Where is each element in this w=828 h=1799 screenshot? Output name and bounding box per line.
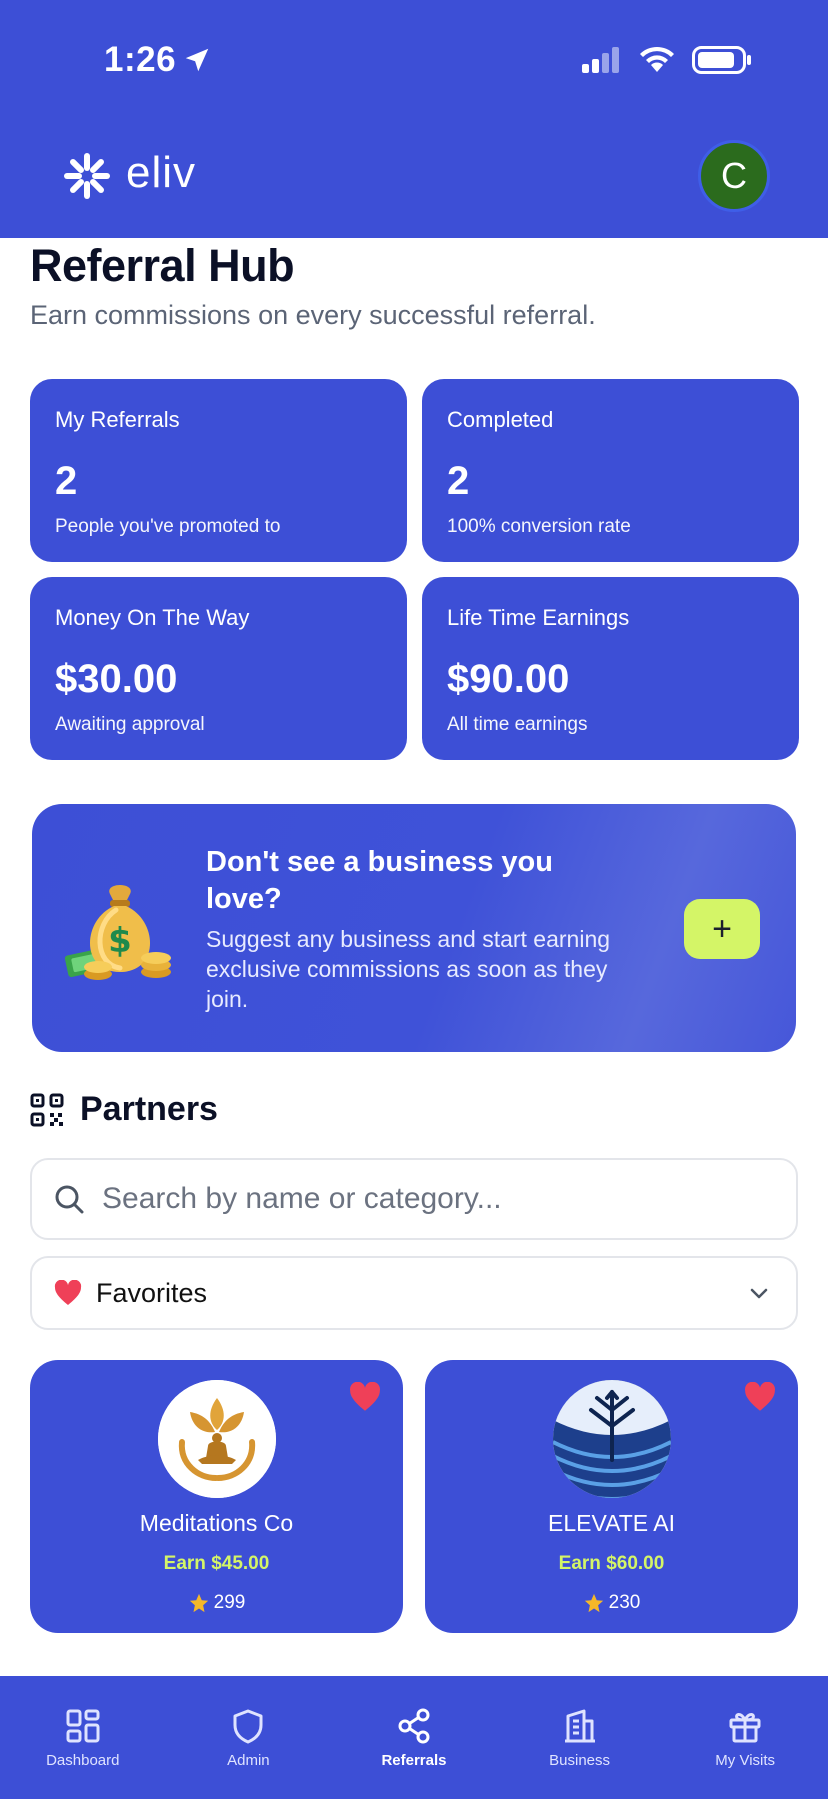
stat-value: 2 — [55, 459, 78, 503]
status-indicators — [582, 46, 752, 74]
page-title: Referral Hub — [30, 240, 295, 291]
filter-dropdown[interactable]: Favorites — [30, 1256, 798, 1330]
share-icon — [398, 1708, 430, 1744]
top-app-bar: 1:26 eliv C — [0, 0, 828, 238]
stat-caption: People you've promoted to — [55, 516, 281, 537]
partner-logo — [158, 1380, 276, 1498]
star-icon — [189, 1593, 208, 1613]
shield-icon — [233, 1709, 263, 1744]
stat-card-money-on-the-way: Money On The Way $30.00 Awaiting approva… — [30, 577, 407, 760]
promo-title: Don't see a business you love? — [206, 846, 553, 915]
stat-value: 2 — [447, 459, 470, 503]
tab-admin[interactable]: Admin — [166, 1676, 332, 1799]
tab-label: My Visits — [715, 1752, 776, 1769]
tab-label: Business — [549, 1752, 611, 1769]
partner-card-elevate-ai[interactable]: ELEVATE AI Earn $60.00 230 — [425, 1360, 798, 1633]
search-input[interactable] — [102, 1182, 722, 1216]
tab-my-visits[interactable]: My Visits — [662, 1676, 828, 1799]
money-bag-icon: $ — [64, 885, 171, 980]
partner-earn: Earn $60.00 — [558, 1553, 665, 1574]
section-title: Partners — [80, 1090, 218, 1128]
stat-label: Money On The Way — [55, 605, 250, 630]
battery-icon — [692, 46, 751, 74]
stat-card-lifetime-earnings: Life Time Earnings $90.00 All time earni… — [422, 577, 799, 760]
favorite-heart-icon[interactable] — [744, 1382, 776, 1412]
chevron-down-icon — [750, 1288, 768, 1299]
tab-label: Dashboard — [46, 1752, 120, 1769]
cellular-signal-icon — [582, 47, 619, 73]
tab-referrals[interactable]: Referrals — [331, 1676, 497, 1799]
search-icon — [55, 1185, 84, 1214]
location-arrow-icon — [185, 48, 209, 72]
suggest-business-button[interactable]: + — [684, 899, 760, 959]
status-time: 1:26 — [104, 40, 212, 80]
star-icon — [584, 1593, 603, 1613]
tab-label: Referrals — [381, 1752, 447, 1769]
page-subtitle: Earn commissions on every successful ref… — [30, 300, 596, 330]
search-field[interactable] — [30, 1158, 798, 1240]
gift-icon — [729, 1713, 761, 1743]
stat-label: Completed — [447, 407, 554, 432]
stat-label: My Referrals — [55, 407, 180, 432]
meditation-lotus-logo-icon — [158, 1380, 276, 1498]
partner-name: Meditations Co — [139, 1510, 294, 1536]
wifi-icon — [640, 46, 674, 72]
stat-value: $90.00 — [447, 657, 570, 701]
user-avatar[interactable]: C — [698, 140, 770, 212]
stat-card-completed: Completed 2 100% conversion rate — [422, 379, 799, 562]
suggest-business-banner[interactable]: $ Don't see a business you love? Suggest… — [32, 804, 796, 1052]
dashboard-icon — [66, 1709, 100, 1743]
partner-earn: Earn $45.00 — [163, 1553, 270, 1574]
svg-text:$: $ — [108, 921, 132, 961]
stat-caption: Awaiting approval — [55, 714, 205, 735]
tab-business[interactable]: Business — [497, 1676, 663, 1799]
bottom-tab-bar: Dashboard Admin Referrals Business My Vi… — [0, 1676, 828, 1799]
rating-count: 230 — [608, 1592, 641, 1613]
partner-logo — [553, 1380, 671, 1498]
partner-card-meditations-co[interactable]: Meditations Co Earn $45.00 299 — [30, 1360, 403, 1633]
stat-card-my-referrals: My Referrals 2 People you've promoted to — [30, 379, 407, 562]
rating-count: 299 — [213, 1592, 246, 1613]
starburst-logo-icon — [64, 153, 110, 199]
building-icon — [564, 1709, 595, 1743]
tab-dashboard[interactable]: Dashboard — [0, 1676, 166, 1799]
stat-caption: All time earnings — [447, 714, 588, 735]
promo-body: Suggest any business and start earning e… — [206, 926, 611, 1012]
partner-name: ELEVATE AI — [548, 1510, 675, 1536]
partners-heading: Partners — [30, 1090, 218, 1129]
stat-value: $30.00 — [55, 657, 178, 701]
eliv-logo[interactable]: eliv — [64, 148, 197, 199]
stat-label: Life Time Earnings — [447, 605, 630, 630]
tab-label: Admin — [227, 1752, 270, 1769]
stat-caption: 100% conversion rate — [447, 516, 631, 537]
qr-code-icon — [30, 1093, 64, 1126]
partner-rating: 299 — [30, 1592, 403, 1614]
heart-icon — [54, 1280, 82, 1305]
partner-rating: 230 — [425, 1592, 798, 1614]
elevate-tree-logo-icon — [553, 1380, 671, 1498]
logo-text: eliv — [126, 148, 197, 197]
filter-selected-value: Favorites — [96, 1277, 208, 1308]
favorite-heart-icon[interactable] — [349, 1382, 381, 1412]
